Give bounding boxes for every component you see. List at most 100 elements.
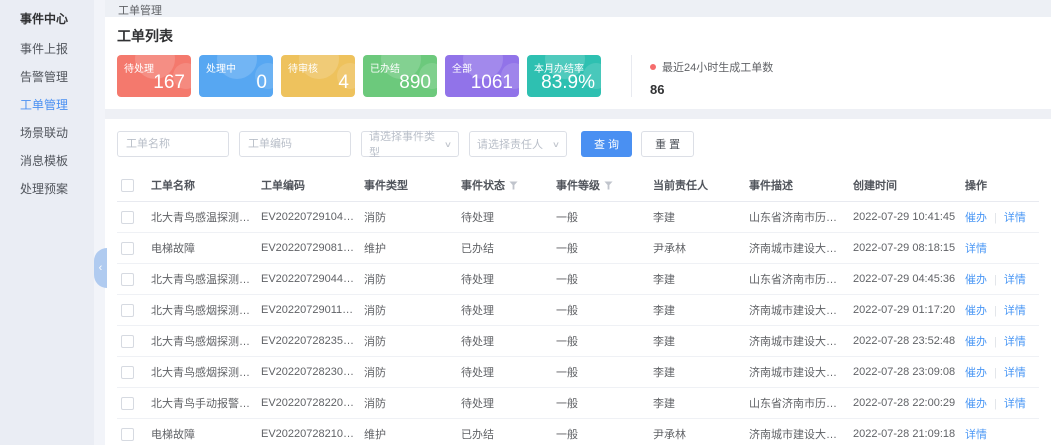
sidebar-collapse-handle[interactable]: ‹ bbox=[94, 248, 107, 288]
cell-event-type: 消防 bbox=[360, 388, 457, 419]
cell-event-type: 消防 bbox=[360, 326, 457, 357]
detail-link[interactable]: 详情 bbox=[1004, 274, 1026, 286]
col-header-name: 工单名称 bbox=[147, 169, 257, 202]
row-checkbox[interactable] bbox=[121, 304, 134, 317]
sidebar-item[interactable]: 工单管理 bbox=[0, 91, 105, 119]
cell-order-name: 北大青鸟感温探测器故障 bbox=[147, 202, 257, 233]
urge-link[interactable]: 催办 bbox=[965, 398, 987, 410]
cell-order-code: EV20220729081800961 bbox=[257, 233, 360, 264]
owner-select[interactable]: 请选择责任人 ∨ bbox=[469, 131, 567, 157]
detail-link[interactable]: 详情 bbox=[1004, 398, 1026, 410]
stat-card[interactable]: 待处理 167 bbox=[117, 55, 191, 97]
red-dot-icon bbox=[650, 64, 656, 70]
cell-event-status: 待处理 bbox=[457, 388, 552, 419]
table-row: 北大青鸟感烟探测器故障 EV20220728235233362 消防 待处理 一… bbox=[117, 326, 1039, 357]
owner-select-placeholder: 请选择责任人 bbox=[477, 136, 543, 152]
stat-card[interactable]: 处理中 0 bbox=[199, 55, 273, 97]
sidebar-item[interactable]: 消息模板 bbox=[0, 147, 105, 175]
sidebar-header: 事件中心 bbox=[0, 0, 105, 35]
cell-event-status: 待处理 bbox=[457, 202, 552, 233]
cell-order-code: EV20220728210903424 bbox=[257, 419, 360, 445]
order-name-input[interactable] bbox=[117, 131, 229, 157]
stat-cards: 待处理 167 处理中 0 待审核 4 已办结 890 全部 1061 bbox=[117, 55, 609, 97]
cell-owner: 李建 bbox=[649, 357, 745, 388]
reset-button[interactable]: 重 置 bbox=[641, 131, 694, 157]
cell-description: 济南城市建设大厦济南城... bbox=[745, 233, 849, 264]
stat-card-value: 0 bbox=[256, 72, 267, 94]
cell-order-name: 北大青鸟感烟探测器故障 bbox=[147, 326, 257, 357]
detail-link[interactable]: 详情 bbox=[1004, 305, 1026, 317]
row-checkbox[interactable] bbox=[121, 366, 134, 379]
cell-event-status: 已办结 bbox=[457, 233, 552, 264]
detail-link[interactable]: 详情 bbox=[965, 243, 987, 255]
stat-cards-row: 待处理 167 处理中 0 待审核 4 已办结 890 全部 1061 bbox=[117, 55, 1039, 97]
row-checkbox[interactable] bbox=[121, 428, 134, 441]
action-divider: | bbox=[994, 212, 997, 224]
urge-link[interactable]: 催办 bbox=[965, 305, 987, 317]
stat-card-value: 4 bbox=[338, 72, 349, 94]
cell-event-type: 消防 bbox=[360, 295, 457, 326]
sidebar-item-label: 场景联动 bbox=[20, 126, 68, 140]
cell-event-type: 维护 bbox=[360, 419, 457, 445]
col-header-owner: 当前责任人 bbox=[649, 169, 745, 202]
page-title: 工单列表 bbox=[117, 26, 1039, 46]
sidebar-item-label: 工单管理 bbox=[20, 98, 68, 112]
cell-event-status: 待处理 bbox=[457, 264, 552, 295]
stat-card[interactable]: 已办结 890 bbox=[363, 55, 437, 97]
col-header-type: 事件类型 bbox=[360, 169, 457, 202]
table-row: 电梯故障 EV20220729081800961 维护 已办结 一般 尹承林 济… bbox=[117, 233, 1039, 264]
cell-order-code: EV20220728230853750 bbox=[257, 357, 360, 388]
cell-owner: 李建 bbox=[649, 326, 745, 357]
detail-link[interactable]: 详情 bbox=[965, 429, 987, 441]
sidebar-item[interactable]: 场景联动 bbox=[0, 119, 105, 147]
filter-icon[interactable] bbox=[509, 181, 518, 193]
search-button[interactable]: 查 询 bbox=[581, 131, 632, 157]
cell-event-level: 一般 bbox=[552, 419, 649, 445]
cell-order-name: 北大青鸟感烟探测器故障 bbox=[147, 295, 257, 326]
row-checkbox[interactable] bbox=[121, 397, 134, 410]
detail-link[interactable]: 详情 bbox=[1004, 336, 1026, 348]
cell-description: 山东省济南市历下区济南... bbox=[745, 202, 849, 233]
row-checkbox[interactable] bbox=[121, 242, 134, 255]
event-type-select-placeholder: 请选择事件类型 bbox=[369, 128, 445, 160]
row-checkbox[interactable] bbox=[121, 335, 134, 348]
select-all-checkbox[interactable] bbox=[121, 179, 134, 192]
detail-link[interactable]: 详情 bbox=[1004, 212, 1026, 224]
cell-event-status: 已办结 bbox=[457, 419, 552, 445]
row-checkbox[interactable] bbox=[121, 273, 134, 286]
sidebar-item[interactable]: 告警管理 bbox=[0, 63, 105, 91]
col-header-level: 事件等级 bbox=[552, 169, 649, 202]
cell-created-time: 2022-07-29 01:17:20 bbox=[849, 295, 961, 326]
stat-card[interactable]: 全部 1061 bbox=[445, 55, 519, 97]
urge-link[interactable]: 催办 bbox=[965, 274, 987, 286]
table-row: 北大青鸟手动报警按钮故障 EV20220728220014871 消防 待处理 … bbox=[117, 388, 1039, 419]
cell-order-name: 北大青鸟感烟探测器故障 bbox=[147, 357, 257, 388]
stat-card[interactable]: 本月办结率 83.9% bbox=[527, 55, 601, 97]
action-divider: | bbox=[994, 336, 997, 348]
cell-created-time: 2022-07-29 08:18:15 bbox=[849, 233, 961, 264]
detail-link[interactable]: 详情 bbox=[1004, 367, 1026, 379]
stat-card[interactable]: 待审核 4 bbox=[281, 55, 355, 97]
cell-event-status: 待处理 bbox=[457, 295, 552, 326]
urge-link[interactable]: 催办 bbox=[965, 336, 987, 348]
cell-owner: 李建 bbox=[649, 388, 745, 419]
sidebar-item[interactable]: 事件上报 bbox=[0, 35, 105, 63]
cell-actions: 详情 bbox=[961, 419, 1039, 445]
col-header-status: 事件状态 bbox=[457, 169, 552, 202]
event-type-select[interactable]: 请选择事件类型 ∨ bbox=[361, 131, 459, 157]
cell-description: 山东省济南市历下区济南... bbox=[745, 388, 849, 419]
urge-link[interactable]: 催办 bbox=[965, 212, 987, 224]
sidebar-item[interactable]: 处理预案 bbox=[0, 175, 105, 203]
cell-event-status: 待处理 bbox=[457, 326, 552, 357]
sidebar-item-label: 处理预案 bbox=[20, 182, 68, 196]
filter-icon[interactable] bbox=[604, 181, 613, 193]
cell-actions: 催办 | 详情 bbox=[961, 202, 1039, 233]
cell-event-level: 一般 bbox=[552, 295, 649, 326]
cell-event-level: 一般 bbox=[552, 388, 649, 419]
row-checkbox[interactable] bbox=[121, 211, 134, 224]
work-order-table: 工单名称 工单编码 事件类型 事件状态 事件等级 当前责任人 事件描述 创建时间… bbox=[117, 169, 1039, 445]
order-code-input[interactable] bbox=[239, 131, 351, 157]
cell-order-name: 北大青鸟手动报警按钮故障 bbox=[147, 388, 257, 419]
cell-order-name: 电梯故障 bbox=[147, 419, 257, 445]
urge-link[interactable]: 催办 bbox=[965, 367, 987, 379]
